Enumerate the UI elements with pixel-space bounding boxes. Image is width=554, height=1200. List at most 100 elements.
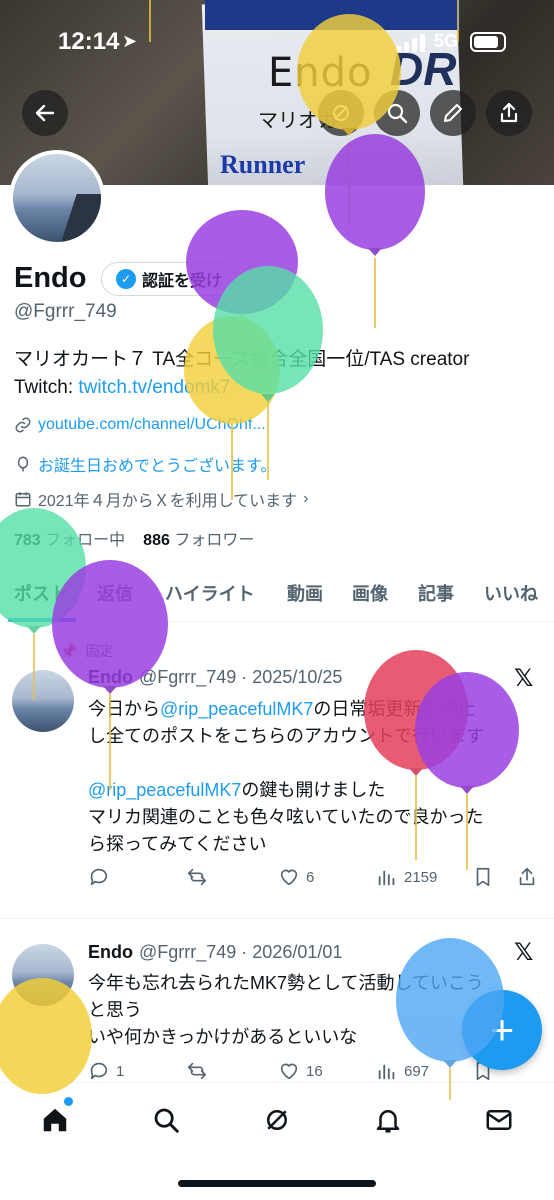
x-logo-icon: 𝕏 <box>514 939 534 966</box>
repost-icon <box>187 1062 207 1080</box>
profile-tabs: ポスト 返信 ハイライト 動画 画像 記事 いいね <box>0 570 554 622</box>
active-tab-indicator <box>8 618 76 622</box>
chevron-right-icon: › <box>303 490 309 507</box>
calendar-icon <box>15 492 31 507</box>
share-icon <box>500 102 518 123</box>
profile-bio: マリオカート７ TA全コース総合全国一位/TAS creator Twitch:… <box>14 346 534 402</box>
search-button[interactable] <box>374 90 420 136</box>
heart-icon <box>280 1063 298 1080</box>
repost-icon <box>187 868 207 886</box>
bookmark-icon <box>476 867 490 887</box>
reply-button[interactable]: 1 <box>88 1060 124 1082</box>
battery-icon <box>470 32 506 52</box>
reply-button[interactable] <box>88 866 110 888</box>
search-icon <box>154 1108 179 1133</box>
tab-replies[interactable]: 返信 <box>97 580 133 606</box>
views-button[interactable]: 697 <box>376 1060 429 1082</box>
post-share-button[interactable] <box>516 866 538 888</box>
profile-avatar[interactable] <box>9 150 105 246</box>
joined-text: 2021年４月からＸを利用しています <box>38 493 298 510</box>
reply-count: 1 <box>116 1062 125 1080</box>
grok-icon <box>267 1110 287 1130</box>
grok-icon <box>333 105 349 121</box>
nav-messages[interactable] <box>482 1103 516 1137</box>
following-link[interactable]: 783 フォロー中 <box>14 526 125 550</box>
post-header: Endo @Fgrrr_749 · 2026/01/01 <box>88 942 342 963</box>
joined-row[interactable]: 2021年４月からＸを利用しています › <box>14 487 308 511</box>
post-text: 今日から@rip_peacefulMK7の日常垢更新を停止 し全てのポストをこち… <box>88 699 484 854</box>
pin-icon: 📌 <box>60 642 78 659</box>
signal-icon <box>396 34 426 52</box>
view-count: 697 <box>404 1062 430 1080</box>
mention-link[interactable]: @rip_peacefulMK7 <box>88 780 241 800</box>
birthday-text: お誕生日おめでとうございます。 <box>38 458 277 475</box>
repost-button[interactable] <box>186 1060 208 1082</box>
birthday-row: お誕生日おめでとうございます。 <box>14 452 276 476</box>
views-chart-icon <box>378 1064 395 1080</box>
tab-photos[interactable]: 画像 <box>352 580 388 606</box>
bio-twitch-line: Twitch: twitch.tv/endomk7 <box>14 377 231 398</box>
post-header: Endo @Fgrrr_749 · 2025/10/25 <box>88 667 342 688</box>
tab-highlights[interactable]: ハイライト <box>165 580 255 606</box>
edit-button[interactable] <box>430 90 476 136</box>
mention-link[interactable]: @rip_peacefulMK7 <box>160 699 313 719</box>
compose-post-button[interactable]: + <box>462 990 542 1070</box>
plus-icon: + <box>489 1006 515 1053</box>
post-avatar[interactable] <box>12 944 74 1006</box>
website-link[interactable]: youtube.com/channel/UChOhf... <box>38 416 266 434</box>
like-button[interactable]: 6 <box>278 866 314 888</box>
get-verified-button[interactable]: ✓ 認証を受け <box>101 262 238 296</box>
bookmark-button[interactable] <box>472 866 494 888</box>
like-button[interactable]: 16 <box>278 1060 323 1082</box>
post-handle-date: @Fgrrr_749 · 2025/10/25 <box>139 667 343 687</box>
tab-videos[interactable]: 動画 <box>287 580 323 606</box>
tab-articles[interactable]: 記事 <box>418 580 454 606</box>
back-arrow-icon <box>35 104 55 122</box>
envelope-icon <box>486 1110 512 1130</box>
tab-posts[interactable]: ポスト <box>14 580 68 606</box>
post-author-name[interactable]: Endo <box>88 667 133 688</box>
verified-badge-icon: ✓ <box>116 269 136 289</box>
like-count: 16 <box>306 1062 323 1080</box>
follow-counts: 783 フォロー中 886 フォロワー <box>14 526 254 550</box>
grok-button[interactable] <box>318 90 364 136</box>
share-icon <box>519 867 535 886</box>
nav-home[interactable] <box>38 1103 72 1137</box>
repost-button[interactable] <box>186 866 208 888</box>
reply-icon <box>90 1062 108 1080</box>
notification-dot <box>64 1097 73 1106</box>
nav-grok[interactable] <box>260 1103 294 1137</box>
balloon-icon <box>17 456 29 472</box>
get-verified-label: 認証を受け <box>142 273 223 290</box>
post-handle-date: @Fgrrr_749 · 2026/01/01 <box>139 942 343 962</box>
nav-search[interactable] <box>149 1103 183 1137</box>
x-logo-icon: 𝕏 <box>514 665 534 692</box>
bell-icon <box>376 1110 400 1133</box>
post-avatar[interactable] <box>12 670 74 732</box>
post-author-name[interactable]: Endo <box>88 942 133 963</box>
pinned-label: 📌 固定 <box>60 642 114 660</box>
pencil-icon <box>444 104 462 122</box>
profile-handle: @Fgrrr_749 <box>14 301 117 322</box>
twitch-link[interactable]: twitch.tv/endomk7 <box>78 377 230 398</box>
tab-likes[interactable]: いいね <box>484 580 538 606</box>
status-bar: 12:14 ➤ 5G <box>0 0 554 80</box>
link-icon <box>15 417 31 433</box>
nav-notifications[interactable] <box>371 1103 405 1137</box>
search-icon <box>387 103 408 124</box>
share-button[interactable] <box>486 90 532 136</box>
views-button[interactable]: 2159 <box>376 866 437 888</box>
banner-badge-run: Runner <box>220 150 306 179</box>
reply-icon <box>90 868 108 886</box>
back-button[interactable] <box>22 90 68 136</box>
view-count: 2159 <box>404 868 438 886</box>
post-divider <box>0 918 554 919</box>
website-row[interactable]: youtube.com/channel/UChOhf... <box>14 416 266 434</box>
post-actions: 6 2159 <box>88 866 538 896</box>
followers-link[interactable]: 886 フォロワー <box>143 526 254 550</box>
home-icon <box>43 1108 67 1132</box>
network-type: 5G <box>434 31 459 51</box>
home-indicator <box>178 1180 376 1187</box>
location-arrow-icon: ➤ <box>122 31 138 51</box>
status-time: 12:14 <box>58 28 120 55</box>
